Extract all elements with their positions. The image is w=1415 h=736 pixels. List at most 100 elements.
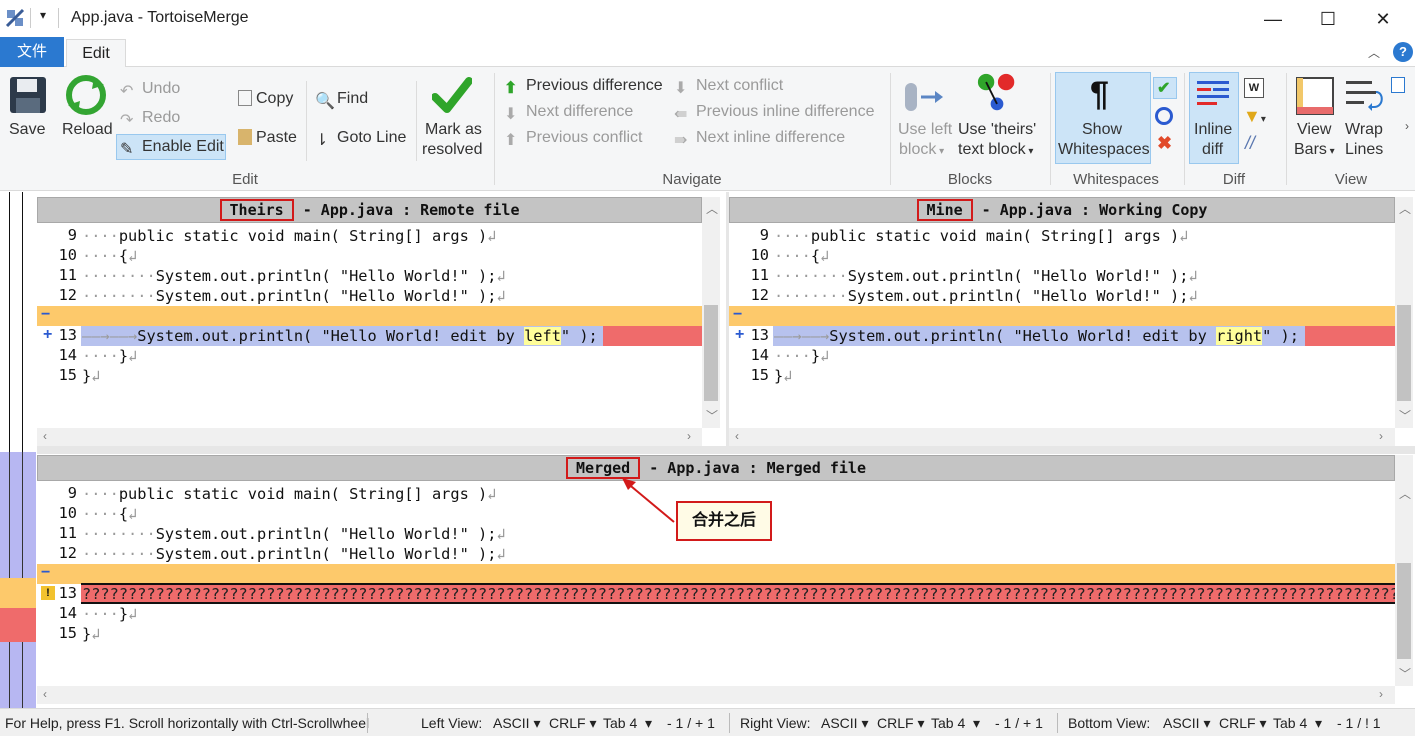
left-counts: - 1 / + 1	[667, 715, 715, 731]
line-number: 14	[58, 346, 77, 364]
left-pane[interactable]: 9 ····public static void main( String[] …	[37, 224, 702, 428]
goto-line-button[interactable]: ⇂ Goto Line	[315, 129, 406, 149]
goto-line-icon: ⇂	[315, 132, 329, 149]
save-icon	[10, 77, 46, 113]
mark-resolved-button[interactable]: Mark as	[425, 121, 482, 139]
pane-splitter[interactable]	[37, 446, 1415, 454]
previous-inline-difference-button[interactable]: ⇚ Previous inline difference	[674, 103, 875, 123]
bottom-eol[interactable]: CRLF ▾	[1219, 715, 1266, 732]
help-icon[interactable]: ?	[1393, 42, 1413, 62]
undo-button[interactable]: ↶ Undo	[120, 80, 181, 100]
undo-label: Undo	[142, 80, 181, 97]
tab-edit[interactable]: Edit	[66, 39, 126, 68]
line-number: 15	[58, 366, 77, 384]
enable-edit-label: Enable Edit	[142, 138, 224, 155]
left-view-label: Left View:	[421, 715, 483, 731]
scroll-thumb[interactable]	[1397, 563, 1411, 659]
checkmark-icon	[432, 77, 472, 113]
window-title: App.java - TortoiseMerge	[71, 9, 249, 26]
locator-bar[interactable]	[0, 192, 36, 708]
right-tab[interactable]: Tab 4 ▾	[931, 715, 980, 732]
word-diff-icon[interactable]: W	[1244, 78, 1264, 98]
paste-button[interactable]: Paste	[238, 129, 297, 147]
tab-file[interactable]: 文件	[0, 37, 64, 67]
quick-access-dropdown-icon[interactable]: ▾	[40, 8, 46, 22]
scroll-thumb[interactable]	[704, 305, 718, 401]
filter-icon[interactable]: ▼▾	[1243, 106, 1266, 127]
bottom-pane-header: Merged - App.java : Merged file	[37, 455, 1395, 481]
next-inline-label: Next inline difference	[696, 129, 846, 146]
right-pane-vscroll[interactable]: ︿ ﹀	[1395, 197, 1413, 428]
removed-marker: −	[41, 564, 51, 581]
mark-resolved-label-2: resolved	[422, 141, 483, 158]
removed-tail	[1305, 326, 1395, 346]
right-pane-header: Mine - App.java : Working Copy	[729, 197, 1395, 223]
left-eol[interactable]: CRLF ▾	[549, 715, 596, 732]
group-label-navigate: Navigate	[662, 171, 722, 188]
right-view-label: Right View:	[740, 715, 811, 731]
previous-difference-button[interactable]: ⬆ Previous difference	[504, 77, 663, 97]
next-conflict-button[interactable]: ⬇ Next conflict	[674, 77, 783, 97]
bottom-pane-hscroll[interactable]: ‹ ›	[37, 686, 1395, 704]
use-theirs-label-2: text block ▾	[958, 141, 1034, 158]
right-pane[interactable]: 9 ····public static void main( String[] …	[729, 224, 1395, 428]
right-pane-label: Mine	[916, 199, 973, 221]
line-number: 14	[58, 604, 77, 622]
line-number: 12	[58, 544, 77, 562]
circle-icon[interactable]	[1155, 107, 1173, 125]
previous-conflict-button[interactable]: ⬆ Previous conflict	[504, 129, 643, 149]
double-arrow-left-icon: ⇚	[674, 106, 688, 123]
bottom-tab[interactable]: Tab 4 ▾	[1273, 715, 1322, 732]
use-left-block-button[interactable]: Use left	[898, 121, 952, 139]
view-bars-label-2: Bars ▾	[1294, 141, 1335, 158]
copy-icon	[238, 90, 252, 106]
line-number: 15	[58, 624, 77, 642]
minimize-button[interactable]: —	[1253, 6, 1293, 32]
scroll-thumb[interactable]	[1397, 305, 1411, 401]
status-help: For Help, press F1. Scroll horizontally …	[5, 715, 370, 731]
removed-tail	[603, 326, 702, 346]
bottom-pane-vscroll[interactable]: ︿ ﹀	[1395, 455, 1413, 686]
maximize-button[interactable]: ☐	[1308, 6, 1348, 32]
code-line-changed: ——→——→System.out.println( "Hello World! …	[774, 327, 1299, 345]
reload-icon	[66, 75, 106, 115]
copy-button[interactable]: Copy	[238, 90, 293, 108]
bottom-encoding[interactable]: ASCII ▾	[1163, 715, 1211, 732]
use-theirs-button[interactable]: Use 'theirs'	[958, 121, 1036, 139]
copy-label: Copy	[256, 90, 294, 107]
view-option-icon[interactable]	[1391, 77, 1405, 93]
reload-button[interactable]: Reload	[62, 121, 113, 139]
ribbon-scroll-right-icon[interactable]: ›	[1405, 119, 1409, 133]
right-encoding[interactable]: ASCII ▾	[821, 715, 869, 732]
right-eol[interactable]: CRLF ▾	[877, 715, 924, 732]
find-label: Find	[337, 90, 369, 107]
left-encoding[interactable]: ASCII ▾	[493, 715, 541, 732]
left-tab[interactable]: Tab 4 ▾	[603, 715, 652, 732]
annotation-arrow	[622, 478, 675, 523]
close-button[interactable]: ✕	[1363, 6, 1403, 32]
next-inline-difference-button[interactable]: ⇛ Next inline difference	[674, 129, 846, 149]
left-pane-vscroll[interactable]: ︿ ﹀	[702, 197, 720, 428]
code-line: }↲	[82, 367, 101, 385]
code-line: ········System.out.println( "Hello World…	[82, 287, 506, 305]
line-number: 10	[58, 246, 77, 264]
arrow-up-green-icon: ⬆	[504, 80, 518, 97]
mark-resolved-label-1: Mark as	[425, 121, 482, 138]
line-number: 11	[58, 266, 77, 284]
collapse-ribbon-icon[interactable]: ︿	[1368, 44, 1380, 61]
left-pane-hscroll[interactable]: ‹ ›	[37, 428, 702, 446]
ignore-case-icon[interactable]: //	[1245, 133, 1255, 154]
wrap-lines-button[interactable]: Wrap	[1345, 121, 1383, 139]
find-button[interactable]: 🔍 Find	[315, 90, 369, 110]
bottom-view-label: Bottom View:	[1068, 715, 1151, 731]
next-difference-button[interactable]: ⬇ Next difference	[504, 103, 634, 123]
search-icon: 🔍	[315, 93, 335, 110]
previous-inline-label: Previous inline difference	[696, 103, 875, 120]
redo-button[interactable]: ↷ Redo	[120, 109, 180, 129]
bottom-pane-title: - App.java : Merged file	[640, 459, 866, 477]
next-difference-label: Next difference	[526, 103, 634, 120]
right-pane-hscroll[interactable]: ‹ ›	[729, 428, 1395, 446]
save-button[interactable]: Save	[9, 121, 45, 139]
view-bars-button[interactable]: View	[1297, 121, 1331, 139]
cross-icon[interactable]: ✖	[1157, 133, 1172, 154]
